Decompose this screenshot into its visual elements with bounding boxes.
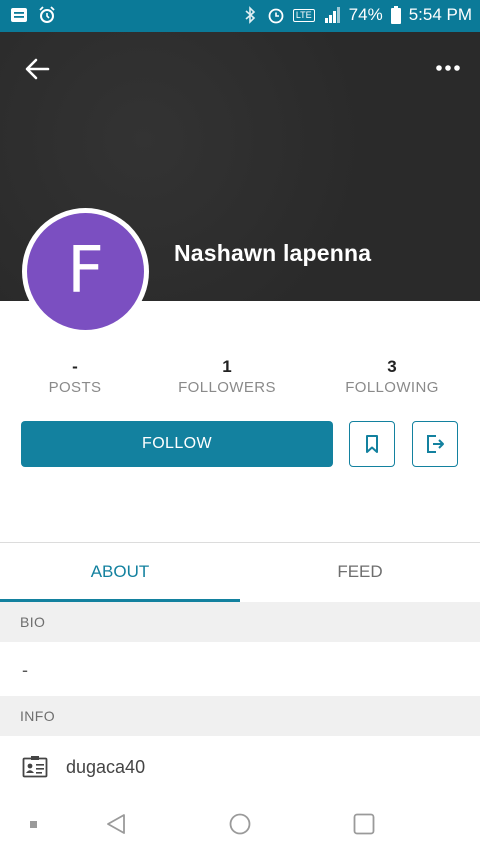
info-section-header: INFO: [0, 696, 480, 736]
more-options-icon[interactable]: [432, 58, 466, 78]
stat-label: FOLLOWERS: [178, 379, 276, 396]
status-bar: LTE 74% 5:54 PM: [0, 0, 480, 32]
stat-value: 1: [222, 357, 232, 376]
battery-icon: [390, 6, 401, 24]
info-header-label: INFO: [20, 708, 56, 724]
stat-followers[interactable]: 1 FOLLOWERS: [157, 356, 297, 396]
network-badge: LTE: [292, 8, 315, 22]
info-item: dugaca40: [22, 755, 145, 779]
signal-icon: [324, 7, 340, 23]
alarm-clock-icon: [39, 6, 55, 23]
bio-section-header: BIO: [0, 602, 480, 642]
tab-about[interactable]: ABOUT: [0, 543, 240, 601]
battery-percent: 74%: [348, 5, 383, 24]
avatar[interactable]: F: [22, 208, 149, 335]
profile-name: Nashawn lapenna: [174, 240, 372, 266]
stat-label: POSTS: [48, 379, 102, 396]
recent-dot-icon[interactable]: [29, 820, 39, 830]
id-card-icon: [22, 756, 48, 778]
back-arrow-icon[interactable]: [22, 54, 52, 84]
bio-text: -: [22, 660, 28, 680]
bluetooth-icon: [245, 6, 255, 24]
exit-icon: [427, 435, 444, 453]
bookmark-button[interactable]: [349, 421, 395, 467]
info-item-text: dugaca40: [66, 756, 146, 777]
clock-time: 5:54 PM: [408, 5, 472, 24]
system-nav-bar: [0, 800, 480, 852]
overview-square-icon[interactable]: [352, 812, 376, 836]
stat-value: -: [72, 357, 78, 376]
tab-feed[interactable]: FEED: [240, 543, 480, 601]
stat-value: 3: [387, 357, 397, 376]
stat-label: FOLLOWING: [345, 379, 439, 396]
stat-posts[interactable]: - POSTS: [5, 356, 145, 396]
alarm-icon: [268, 8, 284, 24]
follow-button[interactable]: FOLLOW: [21, 421, 333, 467]
back-triangle-icon[interactable]: [104, 812, 128, 836]
stat-following[interactable]: 3 FOLLOWING: [322, 356, 462, 396]
home-circle-icon[interactable]: [228, 812, 252, 836]
exit-button[interactable]: [412, 421, 458, 467]
notification-icon: [11, 8, 27, 22]
bookmark-icon: [366, 435, 378, 453]
avatar-letter: F: [27, 213, 144, 330]
bio-header-label: BIO: [20, 614, 46, 630]
